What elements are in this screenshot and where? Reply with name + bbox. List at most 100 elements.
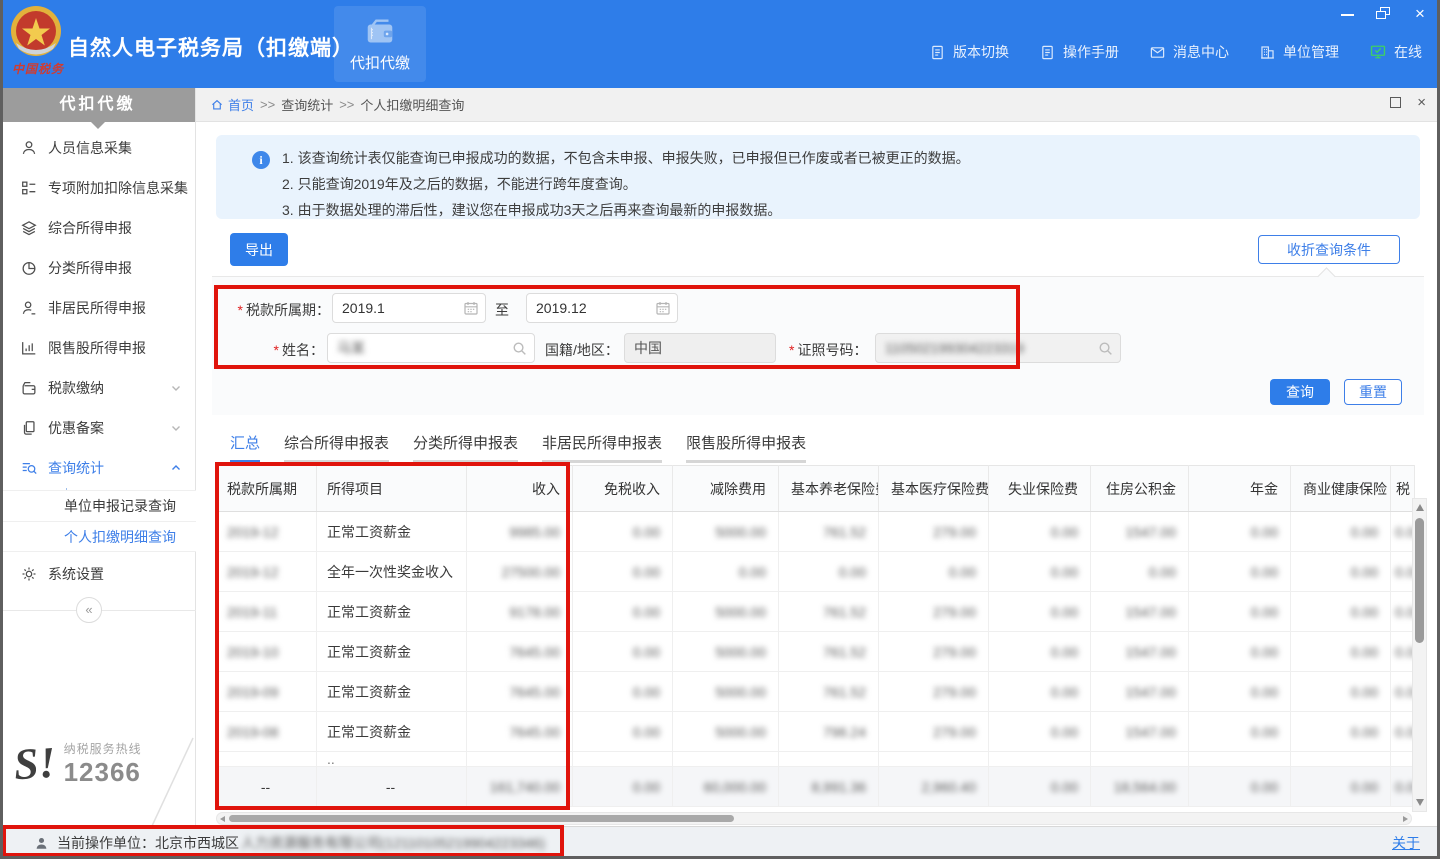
table-row[interactable]: 2019-08正常工资薪金7645.000.005000.00798.24279…: [217, 712, 1415, 752]
cell-tax: 0.00: [1391, 767, 1415, 807]
search-icon[interactable]: [511, 340, 528, 357]
tab-restricted-shares[interactable]: 限售股所得申报表: [686, 432, 806, 463]
breadcrumb-home[interactable]: 首页: [210, 95, 254, 114]
menu-label: 版本切换: [953, 42, 1009, 62]
name-input[interactable]: 马某: [327, 333, 535, 363]
sidebar-item-classified-income[interactable]: 分类所得申报: [0, 248, 196, 288]
cell-housing: 1547.00: [1091, 512, 1189, 552]
module-tab-withholding[interactable]: 代扣代缴: [334, 6, 426, 82]
cell-item: 全年一次性奖金收入: [317, 552, 467, 592]
calendar-icon[interactable]: [655, 300, 671, 316]
sidebar-subitem-personal-withholding-query[interactable]: 个人扣缴明细查询: [0, 521, 196, 552]
cell-pension: 761.52: [779, 632, 879, 672]
menu-manual[interactable]: 操作手册: [1039, 42, 1119, 62]
tab-classified[interactable]: 分类所得申报表: [413, 432, 518, 463]
cell-health: 0.00: [1291, 592, 1391, 632]
vertical-scroll-thumb[interactable]: [1415, 518, 1424, 643]
cell-health: [1291, 752, 1391, 767]
tab-comprehensive[interactable]: 综合所得申报表: [284, 432, 389, 463]
cell-tax: 0.00: [1391, 512, 1415, 552]
table-row[interactable]: 2019-10正常工资薪金7645.000.005000.00761.52279…: [217, 632, 1415, 672]
search-icon[interactable]: [1097, 340, 1114, 357]
cell-income: 9178.00: [467, 592, 573, 632]
table-row[interactable]: 2019-12全年一次性奖金收入27500.000.000.000.000.00…: [217, 552, 1415, 592]
period-to-input[interactable]: 2019.12: [526, 293, 678, 323]
sidebar-item-special-deduction[interactable]: 专项附加扣除信息采集: [0, 168, 196, 208]
sidebar-item-system-settings[interactable]: 系统设置: [0, 554, 196, 594]
table-row[interactable]: 2019-12正常工资薪金9985.000.005000.00761.52279…: [217, 512, 1415, 552]
query-button[interactable]: 查询: [1270, 379, 1330, 405]
chevron-down-icon: [170, 382, 182, 394]
id-number-input[interactable]: 110502199304223319: [875, 333, 1121, 363]
calendar-icon[interactable]: [463, 300, 479, 316]
notice-line: 2. 只能查询2019年及之后的数据，不能进行跨年度查询。: [282, 171, 1420, 197]
scroll-right-arrow[interactable]: [1403, 816, 1408, 822]
tax-emblem-logo: [10, 5, 62, 57]
cell-deduction: 5000.00: [673, 632, 779, 672]
tab-summary[interactable]: 汇总: [230, 432, 260, 463]
period-from-input[interactable]: 2019.1: [332, 293, 486, 323]
menu-version-switch[interactable]: 版本切换: [929, 42, 1009, 62]
form-icon: [20, 179, 38, 197]
sidebar-collapse-button[interactable]: «: [76, 597, 102, 623]
cell-housing: 1547.00: [1091, 672, 1189, 712]
horizontal-scroll-thumb[interactable]: [229, 815, 734, 822]
chevron-up-icon: [170, 462, 182, 474]
cell-period: 2019-10: [217, 632, 317, 672]
sidebar-item-label: 非居民所得申报: [48, 298, 146, 318]
export-button[interactable]: 导出: [230, 233, 288, 266]
chevron-down-icon: [170, 422, 182, 434]
minimize-button[interactable]: [1340, 7, 1356, 21]
sidebar-item-personnel-info[interactable]: 人员信息采集: [0, 128, 196, 168]
cell-pension: 0.00: [779, 552, 879, 592]
close-button[interactable]: ×: [1412, 7, 1428, 21]
cell-item: 正常工资薪金: [317, 512, 467, 552]
table-row[interactable]: 2019-11正常工资薪金9178.000.005000.00761.52279…: [217, 592, 1415, 632]
collapse-query-button[interactable]: 收折查询条件: [1258, 235, 1400, 264]
sidebar-item-comprehensive-income[interactable]: 综合所得申报: [0, 208, 196, 248]
cell-housing: 1547.00: [1091, 632, 1189, 672]
tab-maximize-icon[interactable]: [1390, 97, 1401, 108]
sidebar-item-restricted-shares[interactable]: 限售股所得申报: [0, 328, 196, 368]
tab-nonresident[interactable]: 非居民所得申报表: [542, 432, 662, 463]
module-tab-label: 代扣代缴: [334, 52, 426, 73]
sidebar-subitem-label: 单位申报记录查询: [64, 498, 176, 514]
cell-period: 2019-12: [217, 552, 317, 592]
app-window: 中国税务 自然人电子税务局（扣缴端） 代扣代缴 × 版本切换: [0, 0, 1440, 859]
building-icon: [1259, 44, 1276, 61]
hotline-label: 纳税服务热线: [64, 740, 142, 757]
online-status[interactable]: 在线: [1369, 42, 1422, 62]
sidebar-item-nonresident-income[interactable]: 非居民所得申报: [0, 288, 196, 328]
document-icon: [929, 44, 946, 61]
tab-close-icon[interactable]: ×: [1417, 97, 1426, 108]
cell-medical: 279.00: [879, 512, 989, 552]
vertical-scrollbar[interactable]: [1412, 498, 1427, 812]
sidebar-item-preferential-filing[interactable]: 优惠备案: [0, 408, 196, 448]
wallet-icon: [363, 16, 397, 50]
cell-pension: 8,991.36: [779, 767, 879, 807]
sidebar-item-query-statistics[interactable]: 查询统计: [0, 448, 196, 488]
menu-message-center[interactable]: 消息中心: [1149, 42, 1229, 62]
scroll-down-arrow[interactable]: [1416, 799, 1424, 806]
horizontal-scrollbar[interactable]: [216, 812, 1412, 825]
brand-subtext: 中国税务: [8, 60, 68, 77]
scroll-up-arrow[interactable]: [1416, 504, 1424, 511]
restore-button[interactable]: [1376, 7, 1392, 21]
sidebar-item-tax-payment[interactable]: 税款缴纳: [0, 368, 196, 408]
sidebar-item-label: 优惠备案: [48, 418, 104, 438]
to-label: 至: [495, 300, 509, 320]
hotline-logo: S!: [13, 741, 58, 788]
breadcrumb-item[interactable]: 查询统计: [281, 95, 333, 114]
pie-chart-icon: [20, 259, 38, 277]
monitor-check-icon: [1369, 43, 1387, 61]
cell-taxfree: 0.00: [573, 712, 673, 752]
menu-unit-management[interactable]: 单位管理: [1259, 42, 1339, 62]
reset-button[interactable]: 重置: [1344, 379, 1402, 405]
sidebar-subitem-unit-report-query[interactable]: 单位申报记录查询: [0, 490, 196, 521]
table-row[interactable]: 2019-09正常工资薪金7645.000.005000.00761.52279…: [217, 672, 1415, 712]
cell-period: 2019-08: [217, 712, 317, 752]
scroll-left-arrow[interactable]: [220, 816, 225, 822]
sidebar-item-label: 专项附加扣除信息采集: [48, 178, 188, 198]
mail-icon: [1149, 44, 1166, 61]
about-link[interactable]: 关于: [1392, 833, 1420, 853]
